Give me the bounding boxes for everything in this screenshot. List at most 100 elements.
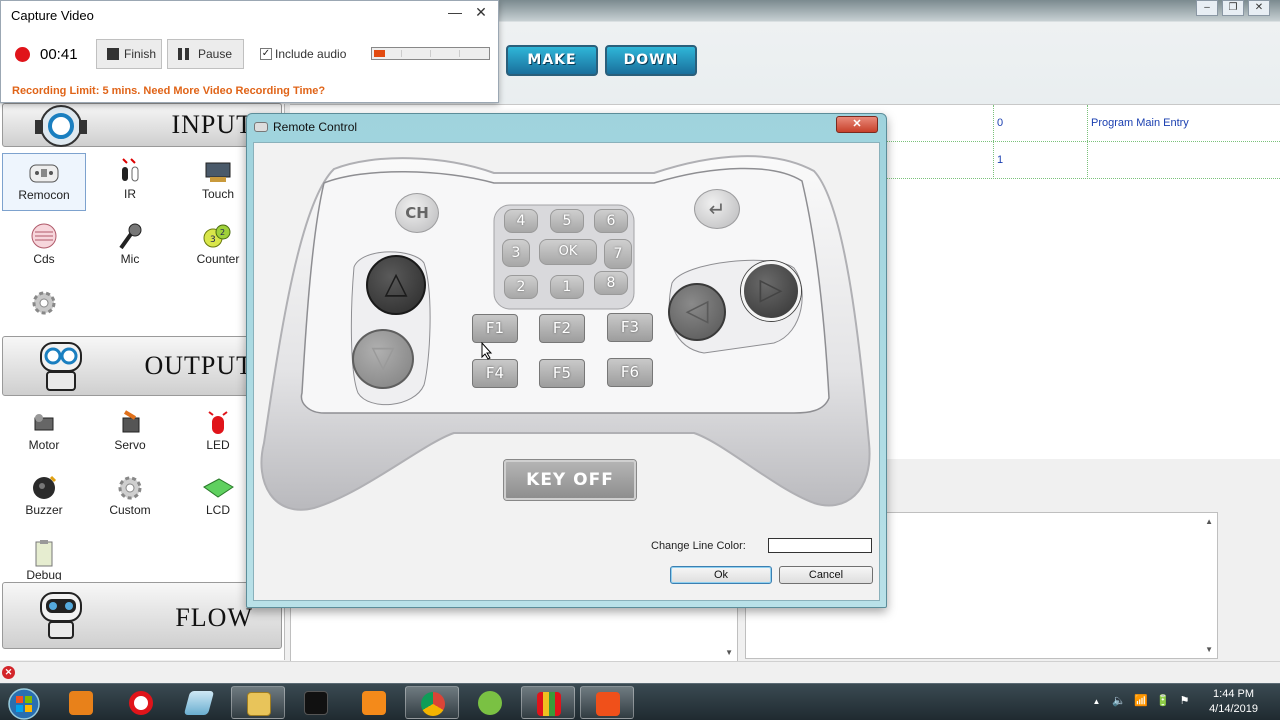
f5-button[interactable]: F5 bbox=[539, 359, 585, 388]
buzzer-icon bbox=[33, 475, 57, 499]
tool-buzzer[interactable]: Buzzer bbox=[2, 469, 86, 527]
bg-restore-button[interactable]: ❐ bbox=[1222, 0, 1244, 16]
key-off-button[interactable]: KEY OFF bbox=[504, 460, 636, 500]
robot-icon bbox=[35, 105, 87, 147]
num-2-button[interactable]: 2 bbox=[504, 275, 538, 299]
stop-icon bbox=[107, 48, 119, 60]
ok-button[interactable]: Ok bbox=[670, 566, 772, 584]
num-7-button[interactable]: 7 bbox=[604, 239, 632, 269]
tool-label: Remocon bbox=[18, 188, 70, 202]
pause-button[interactable]: Pause bbox=[167, 39, 244, 69]
tool-label: Mic bbox=[120, 252, 140, 266]
svg-text:3: 3 bbox=[210, 235, 216, 245]
num-4-button[interactable]: 4 bbox=[504, 209, 538, 233]
tool-debug[interactable]: Debug bbox=[2, 534, 86, 580]
download-button[interactable]: DOWN bbox=[605, 45, 697, 76]
tool-remocon[interactable]: Remocon bbox=[2, 153, 86, 211]
ir-sensor-icon bbox=[122, 158, 139, 182]
category-flow-header[interactable]: FLOW bbox=[2, 582, 282, 649]
recording-limit-link[interactable]: Recording Limit: 5 mins. Need More Video… bbox=[12, 85, 325, 97]
touch-sensor-icon bbox=[205, 162, 231, 182]
left-button[interactable]: ◁ bbox=[668, 283, 726, 341]
tool-label: Servo bbox=[114, 438, 146, 452]
channel-button[interactable]: CH bbox=[395, 193, 439, 233]
volume-icon[interactable]: 🔈 bbox=[1112, 695, 1126, 708]
scroll-down-arrow[interactable]: ▼ bbox=[725, 648, 733, 657]
finish-button[interactable]: Finish bbox=[96, 39, 162, 69]
pause-label: Pause bbox=[198, 47, 233, 61]
scroll-down-arrow[interactable]: ▼ bbox=[1205, 645, 1213, 654]
down-button[interactable]: ▽ bbox=[352, 329, 414, 389]
gear-icon bbox=[118, 476, 142, 500]
error-icon[interactable]: ✕ bbox=[2, 666, 15, 679]
f2-button[interactable]: F2 bbox=[539, 314, 585, 343]
include-audio-checkbox[interactable]: ✓ bbox=[260, 48, 272, 60]
tool-mic[interactable]: Mic bbox=[88, 218, 172, 276]
intellij-icon bbox=[304, 691, 328, 715]
bg-minimize-button[interactable]: – bbox=[1196, 0, 1218, 16]
clock-date: 4/14/2019 bbox=[1209, 703, 1258, 715]
enter-button[interactable]: ↵ bbox=[694, 189, 740, 229]
up-button[interactable]: △ bbox=[366, 255, 426, 315]
clock-time: 1:44 PM bbox=[1213, 688, 1255, 700]
right-button[interactable]: ▷ bbox=[741, 261, 801, 321]
taskbar-explorer[interactable] bbox=[231, 686, 285, 719]
num-3-button[interactable]: 3 bbox=[502, 239, 530, 267]
tool-motor[interactable]: Motor bbox=[2, 404, 86, 462]
tool-label: Buzzer bbox=[25, 503, 63, 517]
category-title: FLOW bbox=[175, 603, 253, 632]
tool-custom[interactable]: Custom bbox=[88, 469, 172, 527]
start-button[interactable] bbox=[4, 686, 44, 720]
row-number: 0 bbox=[997, 117, 1004, 129]
tool-ir[interactable]: IR bbox=[88, 153, 172, 211]
ok-center-button[interactable]: OK bbox=[539, 239, 597, 265]
network-icon[interactable]: 📶 bbox=[1134, 695, 1148, 708]
action-center-flag-icon[interactable]: ⚑ bbox=[1178, 695, 1191, 708]
scroll-up-arrow[interactable]: ▲ bbox=[1205, 517, 1213, 526]
taskbar-media-player[interactable] bbox=[54, 686, 108, 719]
counter-icon: 3 2 bbox=[203, 224, 231, 248]
dialog-title: Remote Control bbox=[273, 120, 358, 134]
close-button[interactable]: ✕ bbox=[472, 4, 490, 21]
cds-sensor-icon bbox=[31, 223, 57, 249]
tool-servo[interactable]: Servo bbox=[88, 404, 172, 462]
taskbar-chrome[interactable] bbox=[405, 686, 459, 719]
num-8-button[interactable]: 8 bbox=[594, 271, 628, 295]
cancel-button[interactable]: Cancel bbox=[779, 566, 873, 584]
category-title: INPUT bbox=[171, 110, 253, 139]
toolbox-panel: INPUT Remocon IR Touch Cds Mic 3 2 Count… bbox=[0, 103, 285, 660]
dialog-body: CH ↵ 4 5 6 3 OK 7 2 1 8 △ ▽ ◁ ▷ F1 F2 F3… bbox=[253, 142, 880, 601]
num-5-button[interactable]: 5 bbox=[550, 209, 584, 233]
gear-icon bbox=[32, 291, 56, 315]
minimize-button[interactable]: — bbox=[446, 4, 464, 20]
taskbar-app[interactable] bbox=[172, 686, 226, 719]
make-button[interactable]: MAKE bbox=[506, 45, 598, 76]
battery-icon[interactable]: 🔋 bbox=[1156, 695, 1170, 708]
category-output-header[interactable]: OUTPUT bbox=[2, 336, 282, 396]
line-color-label: Change Line Color: bbox=[651, 540, 746, 552]
f6-button[interactable]: F6 bbox=[607, 358, 653, 387]
f1-button[interactable]: F1 bbox=[472, 314, 518, 343]
remocon-icon bbox=[29, 164, 59, 183]
taskbar-intellij[interactable] bbox=[289, 686, 343, 719]
row-number: 1 bbox=[997, 154, 1004, 166]
taskbar-screen-recorder[interactable] bbox=[580, 686, 634, 719]
system-clock[interactable]: 1:44 PM 4/14/2019 bbox=[1209, 687, 1258, 717]
bg-close-button[interactable]: ✕ bbox=[1248, 0, 1270, 16]
f3-button[interactable]: F3 bbox=[607, 313, 653, 342]
sublime-icon bbox=[362, 691, 386, 715]
tool-cds[interactable]: Cds bbox=[2, 218, 86, 276]
category-input-header[interactable]: INPUT bbox=[2, 103, 282, 147]
num-1-button[interactable]: 1 bbox=[550, 275, 584, 299]
line-color-swatch[interactable] bbox=[768, 538, 872, 553]
taskbar-sublime[interactable] bbox=[347, 686, 401, 719]
taskbar-opera[interactable] bbox=[114, 686, 168, 719]
close-button[interactable]: ✕ bbox=[836, 116, 878, 133]
num-6-button[interactable]: 6 bbox=[594, 209, 628, 233]
tool-settings[interactable] bbox=[2, 284, 86, 324]
f4-button[interactable]: F4 bbox=[472, 359, 518, 388]
taskbar-utorrent[interactable] bbox=[463, 686, 517, 719]
chrome-icon bbox=[421, 692, 445, 716]
taskbar-robot-app[interactable] bbox=[521, 686, 575, 719]
tray-expand-icon[interactable]: ▲ bbox=[1090, 695, 1103, 708]
